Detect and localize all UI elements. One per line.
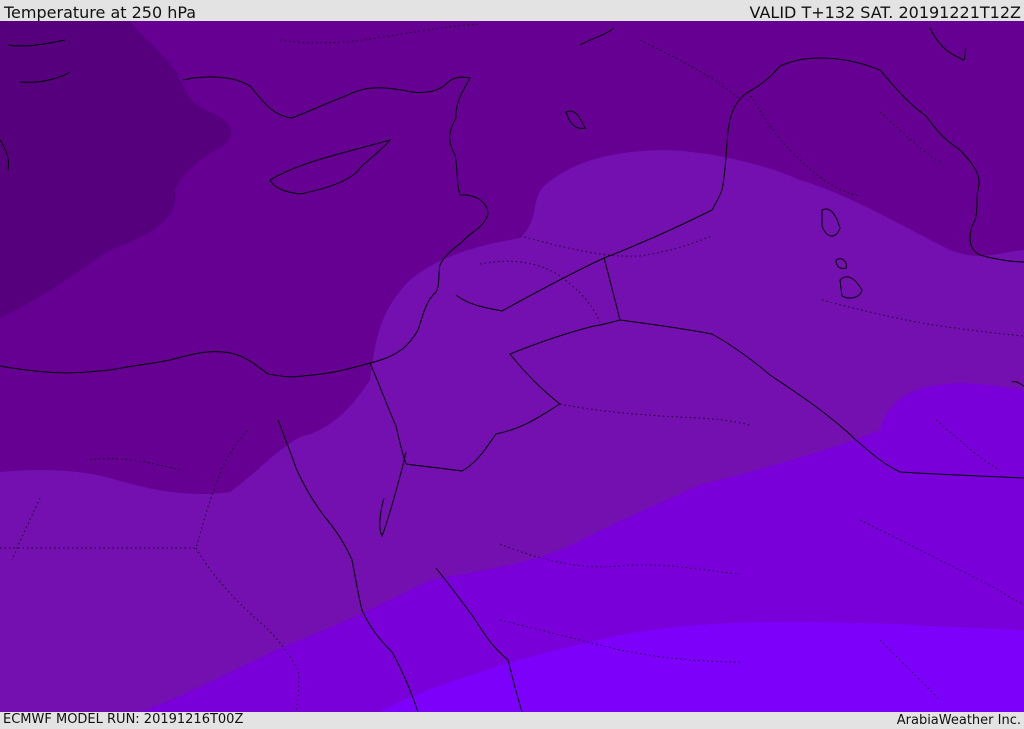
credit-label: ArabiaWeather Inc.: [896, 713, 1021, 728]
map-header: Temperature at 250 hPa VALID T+132 SAT. …: [0, 0, 1024, 21]
map-title: Temperature at 250 hPa: [4, 3, 197, 22]
model-run-label: ECMWF MODEL RUN: 20191216T00Z: [3, 712, 244, 727]
valid-time-label: VALID T+132 SAT. 20191221T12Z: [749, 3, 1021, 22]
temperature-map: [0, 21, 1024, 712]
map-footer: ECMWF MODEL RUN: 20191216T00Z ArabiaWeat…: [0, 712, 1024, 729]
